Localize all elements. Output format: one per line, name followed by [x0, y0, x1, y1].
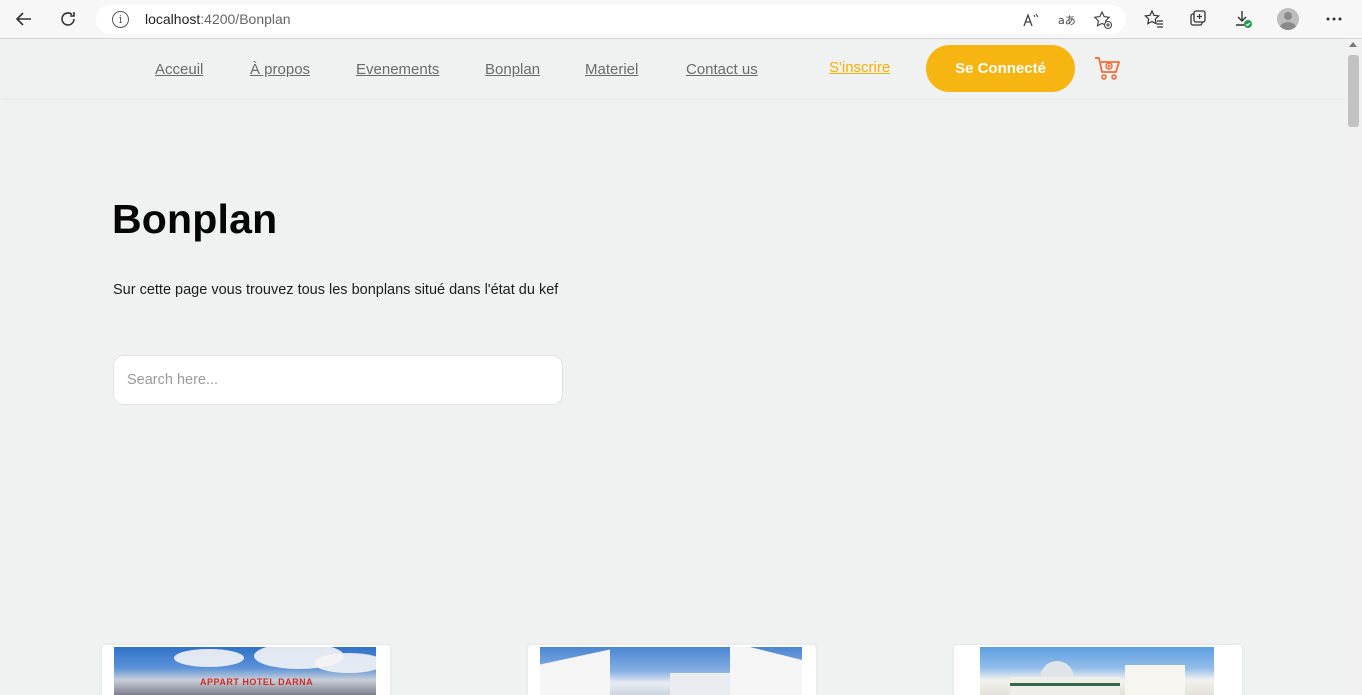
svg-text:aあ: aあ: [1058, 14, 1076, 27]
card-image-hotel[interactable]: APPART HOTEL DARNA: [114, 647, 376, 695]
read-aloud-icon[interactable]: [1020, 9, 1042, 31]
refresh-icon[interactable]: [55, 6, 81, 32]
back-arrow-icon[interactable]: [11, 6, 37, 32]
scroll-thumb[interactable]: [1348, 55, 1359, 127]
nav-link-contact-us[interactable]: Contact us: [686, 61, 758, 78]
url-path: :4200/Bonplan: [200, 11, 291, 27]
scroll-up-arrow-icon[interactable]: [1349, 42, 1357, 47]
page-scrollbar[interactable]: [1345, 39, 1362, 695]
nav-link-evenements[interactable]: Evenements: [356, 61, 439, 78]
info-icon[interactable]: i: [112, 11, 129, 28]
page-title: Bonplan: [112, 196, 278, 242]
card-image-monument[interactable]: [980, 647, 1214, 695]
favorite-add-icon[interactable]: [1092, 9, 1114, 31]
browser-toolbar: i localhost:4200/Bonplan aあ: [0, 0, 1362, 39]
bonplan-card[interactable]: [954, 645, 1242, 695]
login-button[interactable]: Se Connecté: [926, 45, 1075, 92]
cart-icon[interactable]: [1093, 53, 1123, 83]
nav-link-materiel[interactable]: Materiel: [585, 61, 638, 78]
site-header: Acceuil À propos Evenements Bonplan Mate…: [0, 39, 1345, 98]
card-sign-text: APPART HOTEL DARNA: [200, 677, 314, 687]
collections-icon[interactable]: [1186, 7, 1210, 31]
more-options-icon[interactable]: [1322, 7, 1346, 31]
downloads-icon[interactable]: [1231, 7, 1255, 31]
page-description: Sur cette page vous trouvez tous les bon…: [113, 282, 559, 298]
nav-link-acceuil[interactable]: Acceuil: [155, 61, 203, 78]
profile-avatar-icon[interactable]: [1277, 8, 1299, 30]
bonplan-card[interactable]: APPART HOTEL DARNA: [102, 645, 390, 695]
bonplan-card[interactable]: [528, 645, 816, 695]
url-text[interactable]: localhost:4200/Bonplan: [145, 11, 291, 27]
translate-icon[interactable]: aあ: [1056, 9, 1078, 31]
nav-link-a-propos[interactable]: À propos: [250, 61, 310, 78]
address-bar[interactable]: i localhost:4200/Bonplan aあ: [96, 5, 1126, 34]
card-image-building[interactable]: [540, 647, 802, 695]
nav-link-bonplan[interactable]: Bonplan: [485, 61, 540, 78]
url-host: localhost: [145, 11, 201, 27]
favorites-icon[interactable]: [1142, 7, 1166, 31]
search-input[interactable]: [113, 355, 563, 405]
signup-link[interactable]: S'inscrire: [829, 59, 890, 76]
